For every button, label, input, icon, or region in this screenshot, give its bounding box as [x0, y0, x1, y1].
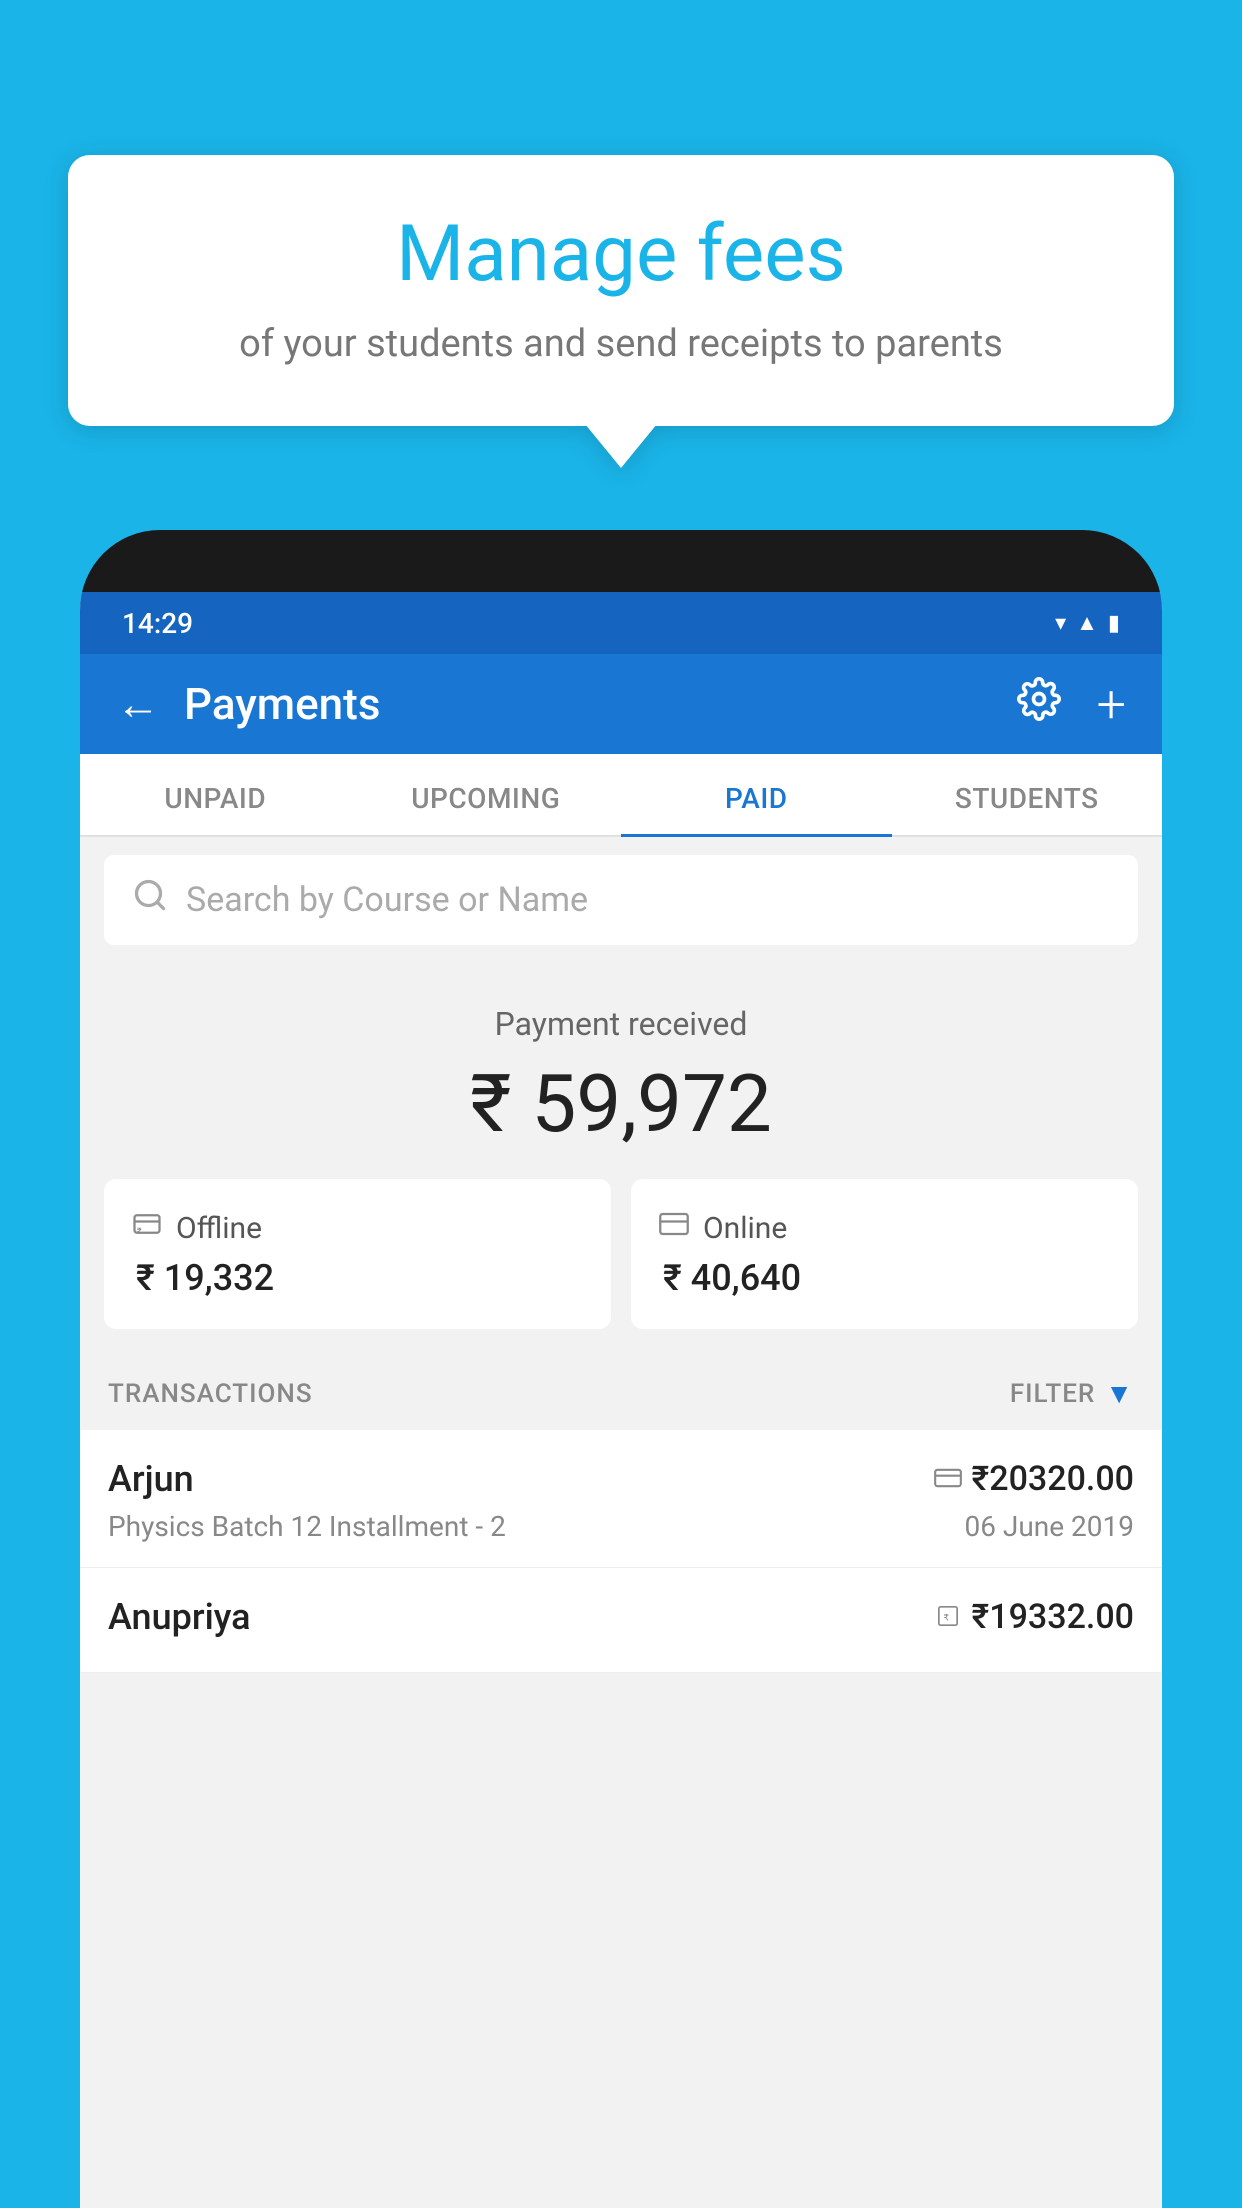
transaction-name: Anupriya: [108, 1596, 251, 1638]
transaction-name: Arjun: [108, 1458, 194, 1500]
transactions-label: TRANSACTIONS: [108, 1379, 313, 1409]
status-icons: ▾ ▲ ▮: [1055, 610, 1120, 636]
scroll-content: Search by Course or Name Payment receive…: [80, 837, 1162, 2208]
tab-unpaid[interactable]: UNPAID: [80, 754, 351, 835]
transaction-amount-wrap: ₹20320.00: [934, 1459, 1134, 1499]
signal-icon: ▲: [1076, 610, 1098, 636]
tab-upcoming[interactable]: UPCOMING: [351, 754, 622, 835]
phone-screen: 14:29 ▾ ▲ ▮ ← Payments +: [80, 592, 1162, 2208]
app-header: ← Payments +: [80, 654, 1162, 754]
bubble-title: Manage fees: [128, 210, 1114, 300]
filter-button[interactable]: FILTER ▼: [1010, 1377, 1134, 1410]
online-card-top: Online: [659, 1209, 1110, 1247]
svg-text:₹: ₹: [137, 1227, 142, 1237]
payment-received-section: Payment received ₹ 59,972: [80, 963, 1162, 1179]
transaction-row[interactable]: Anupriya ₹ ₹19332.00: [80, 1568, 1162, 1673]
tabs-bar: UNPAID UPCOMING PAID STUDENTS: [80, 754, 1162, 837]
svg-text:₹: ₹: [943, 1612, 949, 1622]
transactions-header: TRANSACTIONS FILTER ▼: [80, 1353, 1162, 1430]
transaction-amount: ₹20320.00: [972, 1459, 1134, 1499]
status-bar: 14:29 ▾ ▲ ▮: [80, 592, 1162, 654]
tab-paid[interactable]: PAID: [621, 754, 892, 835]
settings-icon[interactable]: [1017, 677, 1061, 732]
online-amount: ₹ 40,640: [659, 1257, 1110, 1299]
header-right: +: [1017, 674, 1126, 735]
header-left: ← Payments: [116, 678, 380, 730]
transaction-top-arjun: Arjun ₹20320.00: [108, 1458, 1134, 1500]
battery-icon: ▮: [1108, 611, 1120, 636]
tab-students[interactable]: STUDENTS: [892, 754, 1163, 835]
phone-frame: 14:29 ▾ ▲ ▮ ← Payments +: [80, 530, 1162, 2208]
transaction-top-anupriya: Anupriya ₹ ₹19332.00: [108, 1596, 1134, 1638]
status-time: 14:29: [122, 607, 193, 640]
payment-received-amount: ₹ 59,972: [80, 1057, 1162, 1151]
payment-cards-row: ₹ Offline ₹ 19,332: [104, 1179, 1138, 1353]
offline-amount: ₹ 19,332: [132, 1257, 583, 1299]
wifi-icon: ▾: [1055, 611, 1066, 636]
search-icon: [132, 877, 168, 923]
bubble-subtitle: of your students and send receipts to pa…: [128, 322, 1114, 366]
payment-rupee-icon: ₹: [934, 1601, 962, 1634]
back-button[interactable]: ←: [116, 682, 160, 726]
filter-label: FILTER: [1010, 1379, 1095, 1409]
search-bar[interactable]: Search by Course or Name: [104, 855, 1138, 945]
filter-icon: ▼: [1105, 1377, 1134, 1410]
offline-card-top: ₹ Offline: [132, 1209, 583, 1247]
offline-icon: ₹: [132, 1209, 162, 1247]
transaction-amount: ₹19332.00: [972, 1597, 1134, 1637]
transaction-amount-wrap: ₹ ₹19332.00: [934, 1597, 1134, 1637]
payment-card-icon: [934, 1463, 962, 1496]
offline-card: ₹ Offline ₹ 19,332: [104, 1179, 611, 1329]
transaction-course: Physics Batch 12 Installment - 2: [108, 1510, 506, 1543]
online-label: Online: [703, 1211, 787, 1246]
speech-bubble: Manage fees of your students and send re…: [68, 155, 1174, 426]
transaction-list: Arjun ₹20320.00 Physics: [80, 1430, 1162, 1673]
transaction-date: 06 June 2019: [964, 1510, 1134, 1543]
search-placeholder: Search by Course or Name: [186, 880, 588, 920]
online-card: Online ₹ 40,640: [631, 1179, 1138, 1329]
payment-received-label: Payment received: [80, 1005, 1162, 1043]
add-button[interactable]: +: [1097, 674, 1126, 735]
online-icon: [659, 1209, 689, 1247]
transaction-row[interactable]: Arjun ₹20320.00 Physics: [80, 1430, 1162, 1568]
header-title: Payments: [184, 678, 380, 730]
offline-label: Offline: [176, 1211, 262, 1246]
phone-notch: [561, 530, 681, 568]
transaction-bottom-arjun: Physics Batch 12 Installment - 2 06 June…: [108, 1510, 1134, 1543]
